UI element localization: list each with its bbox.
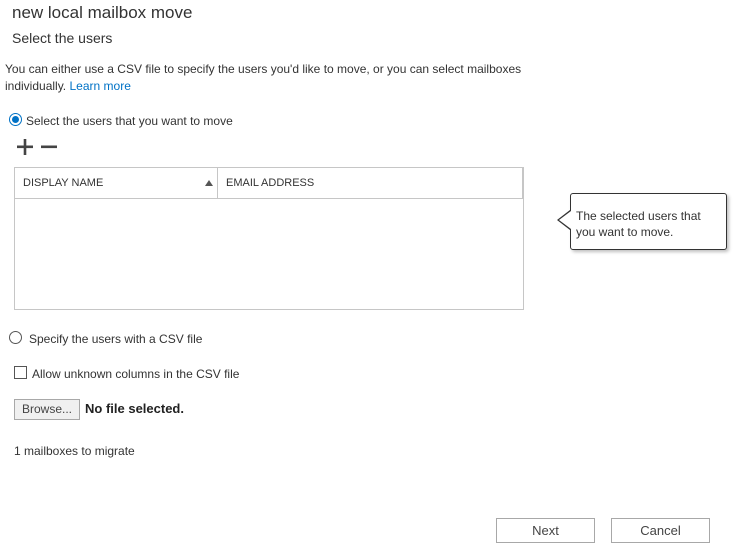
sort-ascending-icon [205, 180, 213, 186]
plus-icon [17, 139, 33, 155]
select-users-label[interactable]: Select the users that you want to move [26, 114, 233, 128]
description: You can either use a CSV file to specify… [5, 61, 545, 95]
remove-user-button[interactable] [40, 138, 58, 156]
page-subtitle: Select the users [12, 30, 113, 46]
csv-label[interactable]: Specify the users with a CSV file [29, 332, 202, 346]
column-display-name-label: DISPLAY NAME [23, 177, 104, 189]
cancel-button[interactable]: Cancel [611, 518, 710, 543]
page-title: new local mailbox move [12, 3, 193, 22]
column-display-name[interactable]: DISPLAY NAME [15, 168, 218, 198]
allow-unknown-columns-label[interactable]: Allow unknown columns in the CSV file [32, 367, 239, 381]
callout-arrow-fill [559, 211, 571, 229]
mailbox-count: 1 mailboxes to migrate [14, 444, 135, 458]
callout-text: The selected users that you want to move… [576, 209, 701, 239]
select-users-radio[interactable] [9, 113, 22, 126]
column-email-address-label: EMAIL ADDRESS [226, 177, 315, 189]
file-status: No file selected. [85, 401, 184, 416]
add-user-button[interactable] [16, 138, 34, 156]
grid-header: DISPLAY NAME EMAIL ADDRESS [15, 168, 523, 199]
users-grid[interactable]: DISPLAY NAME EMAIL ADDRESS [14, 167, 524, 310]
learn-more-link[interactable]: Learn more [70, 79, 131, 93]
allow-unknown-columns-checkbox[interactable] [14, 366, 27, 379]
minus-icon [41, 145, 57, 149]
csv-radio[interactable] [9, 331, 22, 344]
column-email-address[interactable]: EMAIL ADDRESS [218, 168, 523, 198]
next-button[interactable]: Next [496, 518, 595, 543]
help-callout: The selected users that you want to move… [570, 193, 727, 250]
browse-button[interactable]: Browse... [14, 399, 80, 420]
